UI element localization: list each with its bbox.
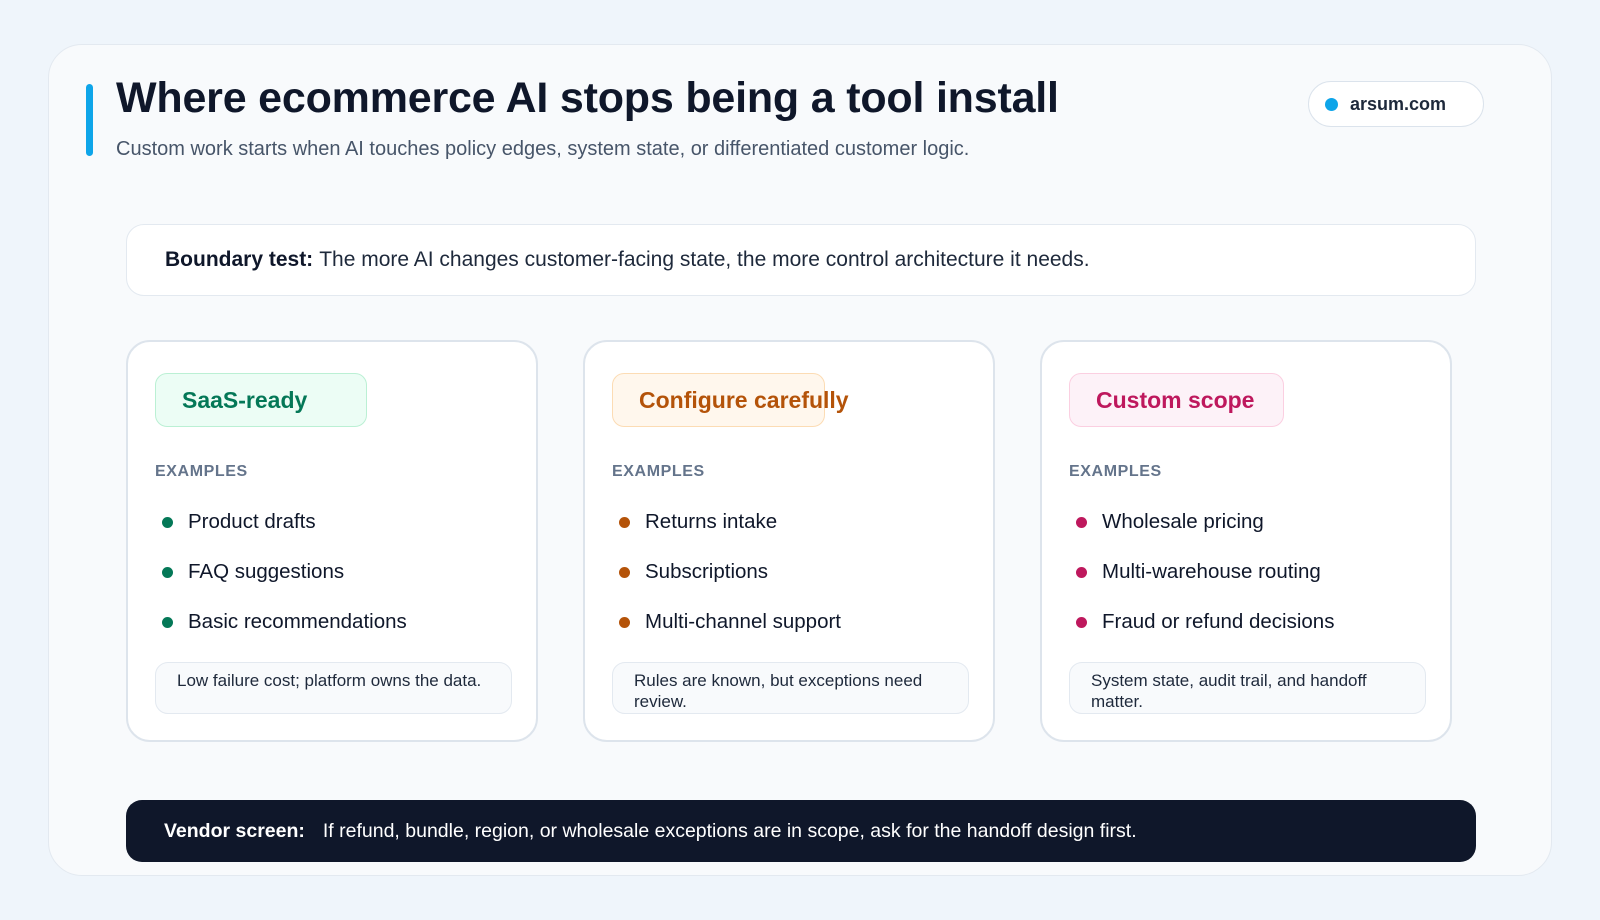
list-item: Returns intake xyxy=(619,497,841,547)
list-item-label: Basic recommendations xyxy=(188,610,407,633)
bullet-icon xyxy=(1076,566,1087,578)
list-item: Basic recommendations xyxy=(162,597,407,647)
list-item: Fraud or refund decisions xyxy=(1076,597,1334,647)
boundary-test-box: Boundary test: The more AI changes custo… xyxy=(126,224,1476,296)
list-item: Multi-warehouse routing xyxy=(1076,547,1334,597)
list-item-label: Wholesale pricing xyxy=(1102,510,1264,533)
bullet-icon xyxy=(619,566,630,578)
vendor-text: If refund, bundle, region, or wholesale … xyxy=(322,819,1137,842)
column-note: System state, audit trail, and handoff m… xyxy=(1069,662,1426,714)
list-item: Wholesale pricing xyxy=(1076,497,1334,547)
examples-label: EXAMPLES xyxy=(1069,463,1162,480)
column-note: Low failure cost; platform owns the data… xyxy=(155,662,512,714)
vendor-lead: Vendor screen: xyxy=(164,819,305,842)
page-title: Where ecommerce AI stops being a tool in… xyxy=(116,74,1059,122)
tier-badge-custom-scope: Custom scope xyxy=(1069,373,1284,427)
examples-list: Wholesale pricing Multi-warehouse routin… xyxy=(1076,497,1334,647)
list-item-label: Subscriptions xyxy=(645,560,769,583)
bullet-icon xyxy=(1076,516,1087,528)
source-label: arsum.com xyxy=(1350,93,1447,114)
boundary-lead: Boundary test: xyxy=(165,248,314,271)
examples-list: Product drafts FAQ suggestions Basic rec… xyxy=(162,497,407,647)
boundary-text: The more AI changes customer-facing stat… xyxy=(319,248,1090,271)
examples-label: EXAMPLES xyxy=(155,463,248,480)
tier-badge-configure-carefully: Configure carefully xyxy=(612,373,849,427)
list-item-label: Multi-channel support xyxy=(645,610,841,633)
examples-label: EXAMPLES xyxy=(612,463,705,480)
list-item-label: FAQ suggestions xyxy=(188,560,345,583)
tier-badge-saas-ready: SaaS-ready xyxy=(155,373,367,427)
accent-bar xyxy=(86,84,93,156)
source-pill[interactable]: arsum.com xyxy=(1308,81,1484,127)
list-item: Product drafts xyxy=(162,497,407,547)
list-item-label: Multi-warehouse routing xyxy=(1102,560,1321,583)
list-item-label: Returns intake xyxy=(645,510,778,533)
list-item: Multi-channel support xyxy=(619,597,841,647)
bullet-icon xyxy=(619,616,630,628)
list-item-label: Fraud or refund decisions xyxy=(1102,610,1335,633)
examples-list: Returns intake Subscriptions Multi-chann… xyxy=(619,497,841,647)
column-custom-scope: Custom scope EXAMPLES Wholesale pricing … xyxy=(1040,340,1452,742)
bullet-icon xyxy=(162,616,173,628)
column-saas-ready: SaaS-ready EXAMPLES Product drafts FAQ s… xyxy=(126,340,538,742)
column-configure-carefully: Configure carefully EXAMPLES Returns int… xyxy=(583,340,995,742)
bullet-icon xyxy=(162,516,173,528)
page-subtitle: Custom work starts when AI touches polic… xyxy=(116,138,970,160)
list-item: FAQ suggestions xyxy=(162,547,407,597)
bullet-icon xyxy=(1076,616,1087,628)
bullet-icon xyxy=(619,516,630,528)
list-item: Subscriptions xyxy=(619,547,841,597)
list-item-label: Product drafts xyxy=(188,510,316,533)
bullet-icon xyxy=(162,566,173,578)
source-dot-icon xyxy=(1325,97,1338,111)
column-note: Rules are known, but exceptions need rev… xyxy=(612,662,969,714)
vendor-screen-banner: Vendor screen: If refund, bundle, region… xyxy=(126,800,1476,862)
